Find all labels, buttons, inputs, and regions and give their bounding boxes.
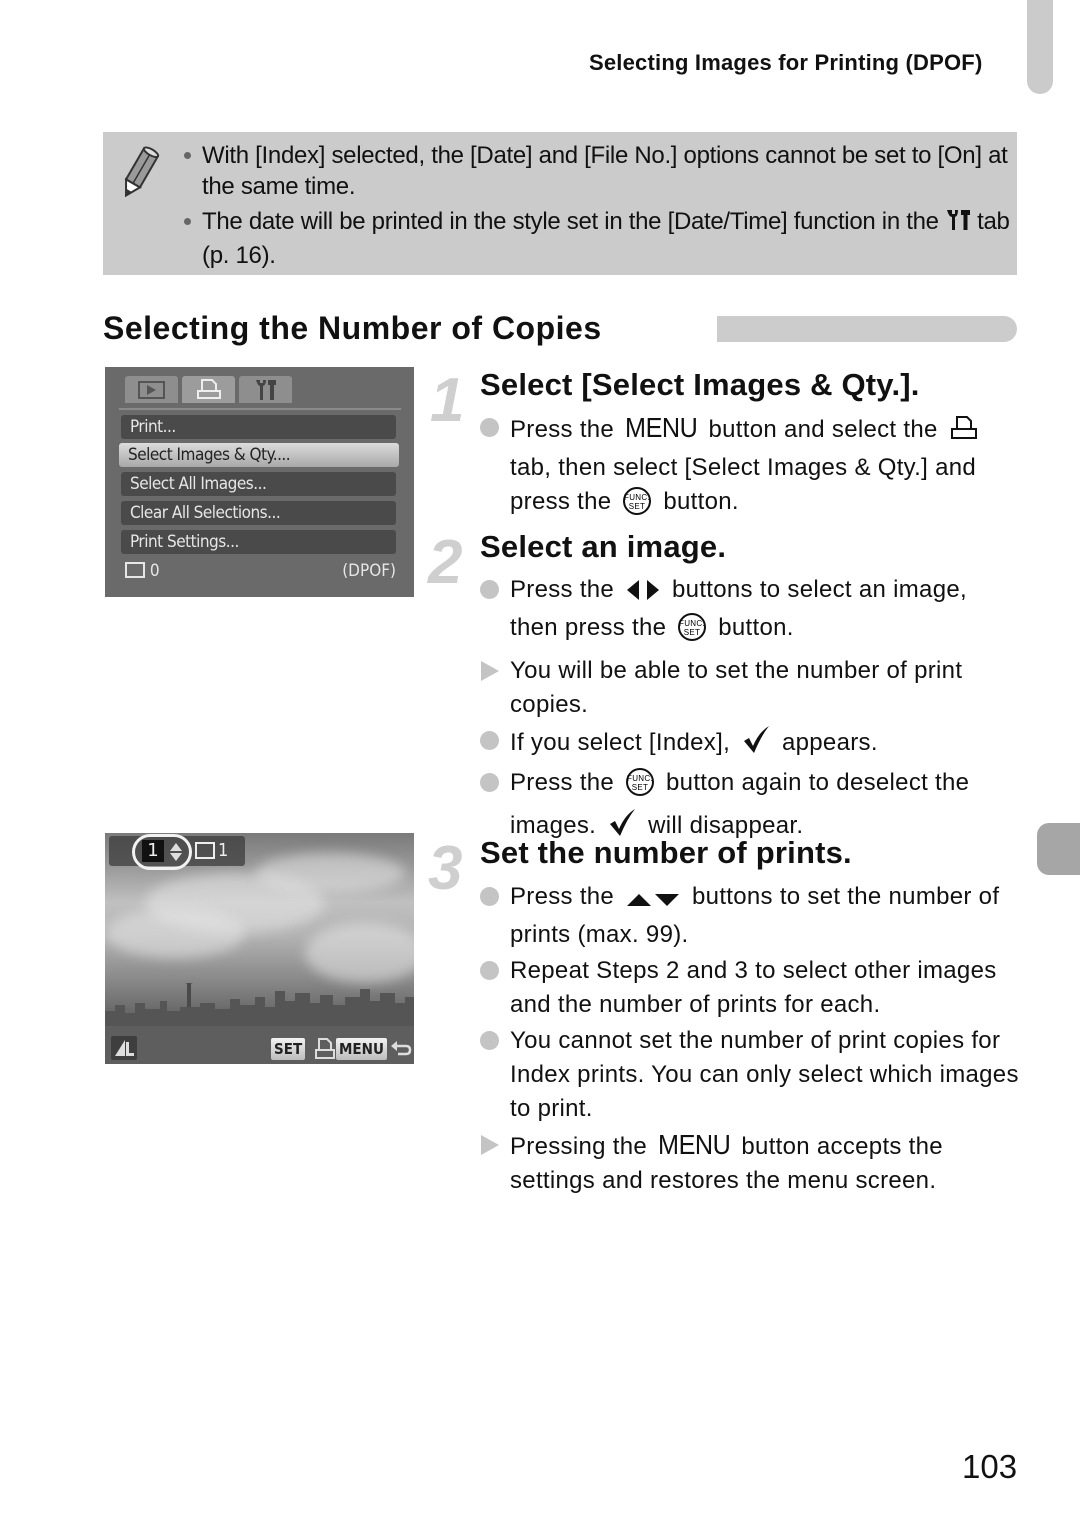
copies-value: 1 [142, 840, 164, 862]
svg-text:FUNC.: FUNC. [627, 774, 653, 783]
note-item: The date will be printed in the style se… [182, 206, 1012, 271]
step-2-title: Select an image. [480, 529, 727, 564]
up-down-arrows-icon [170, 843, 182, 861]
settings-tab-icon [239, 376, 292, 403]
camera-qty-screenshot: 1 1 SET MENU [105, 833, 414, 1064]
func-set-button-icon: FUNC. SET [625, 767, 655, 807]
bullet-circle [480, 887, 499, 906]
menu-item-clear-all-selections: Clear All Selections... [121, 501, 396, 525]
bullet-circle [480, 731, 499, 750]
image-size-icon [111, 1036, 137, 1060]
print-icon [315, 1038, 335, 1059]
menu-button-label: MENU [336, 1038, 387, 1060]
bullet-circle [480, 961, 499, 980]
print-count-status: 0 [125, 561, 160, 581]
svg-text:SET: SET [629, 502, 645, 511]
running-header-title: Selecting Images for Printing (DPOF) [589, 50, 983, 75]
cloud [305, 923, 414, 983]
step-3-body: Press the buttons to set the number of p… [480, 880, 1020, 1200]
svg-text:SET: SET [684, 628, 700, 637]
bullet-circle [480, 580, 499, 599]
svg-text:FUNC.: FUNC. [679, 619, 705, 628]
step-2-body: Press the buttons to select an image, th… [480, 573, 1020, 849]
section-title: Selecting the Number of Copies [103, 310, 602, 346]
chapter-edge-tab [1027, 0, 1053, 94]
step-3-result: Pressing the MENU button accepts the set… [480, 1128, 1020, 1198]
result-arrow-icon [481, 1135, 499, 1155]
func-set-button-icon: FUNC. SET [622, 486, 652, 526]
section-title-bar [717, 316, 1017, 342]
step-3-bullet: Press the buttons to set the number of p… [480, 880, 1020, 952]
menu-button-glyph: MENU [625, 412, 698, 443]
tab-divider [119, 408, 401, 410]
settings-wrench-icon [945, 208, 971, 240]
step-1-body: Press the MENU button and select the tab… [480, 411, 1020, 528]
print-tab-icon [949, 415, 979, 451]
step-3-bullet: Repeat Steps 2 and 3 to select other ima… [480, 954, 1020, 1022]
svg-text:SET: SET [632, 783, 648, 792]
bullet-circle [480, 773, 499, 792]
playback-tab-icon [125, 376, 178, 403]
menu-item-select-all-images: Select All Images... [121, 472, 396, 496]
step-2-bullet: Press the buttons to select an image, th… [480, 573, 1020, 652]
step-1-title: Select [Select Images & Qty.]. [480, 367, 920, 402]
note-list: With [Index] selected, the [Date] and [F… [182, 140, 1012, 275]
bullet-circle [480, 1031, 499, 1050]
cloud [255, 853, 405, 893]
step-1-bullet: Press the MENU button and select the tab… [480, 411, 1020, 526]
step-3-title: Set the number of prints. [480, 835, 852, 870]
camera-menu-screenshot: Print... Select Images & Qty.... Select … [105, 367, 414, 597]
left-right-arrows-icon [625, 577, 661, 611]
menu-item-select-images-qty: Select Images & Qty.... [119, 443, 399, 467]
bullet-circle [480, 418, 499, 437]
return-icon [391, 1041, 412, 1056]
menu-button-glyph: MENU [658, 1129, 731, 1160]
set-button-label: SET [271, 1038, 306, 1060]
total-prints: 1 [218, 840, 229, 861]
result-arrow-icon [481, 661, 499, 681]
checkmark-icon [741, 724, 771, 764]
pencil-icon [118, 145, 160, 199]
up-down-arrows-icon [625, 884, 681, 918]
note-item: With [Index] selected, the [Date] and [F… [182, 140, 1012, 202]
menu-item-print: Print... [121, 415, 396, 439]
cloud [105, 908, 245, 958]
bullet-dot [184, 152, 191, 159]
print-tab-icon [182, 376, 235, 403]
svg-text:FUNC.: FUNC. [624, 493, 650, 502]
print-total-icon [195, 842, 215, 859]
step-number-3: 3 [428, 834, 463, 903]
step-number-2: 2 [428, 528, 463, 597]
print-mode-status: (DPOF) [342, 561, 396, 581]
chapter-thumb-tab [1037, 823, 1080, 875]
func-set-button-icon: FUNC. SET [677, 612, 707, 652]
step-number-1: 1 [430, 366, 465, 435]
step-3-bullet: You cannot set the number of print copie… [480, 1024, 1020, 1126]
step-2-result: You will be able to set the number of pr… [480, 654, 1020, 722]
menu-item-print-settings: Print Settings... [121, 530, 396, 554]
city-skyline [105, 983, 414, 1028]
page-number: 103 [962, 1448, 1018, 1485]
step-2-bullet: If you select [Index], appears. [480, 724, 1020, 764]
bullet-dot [184, 218, 191, 225]
